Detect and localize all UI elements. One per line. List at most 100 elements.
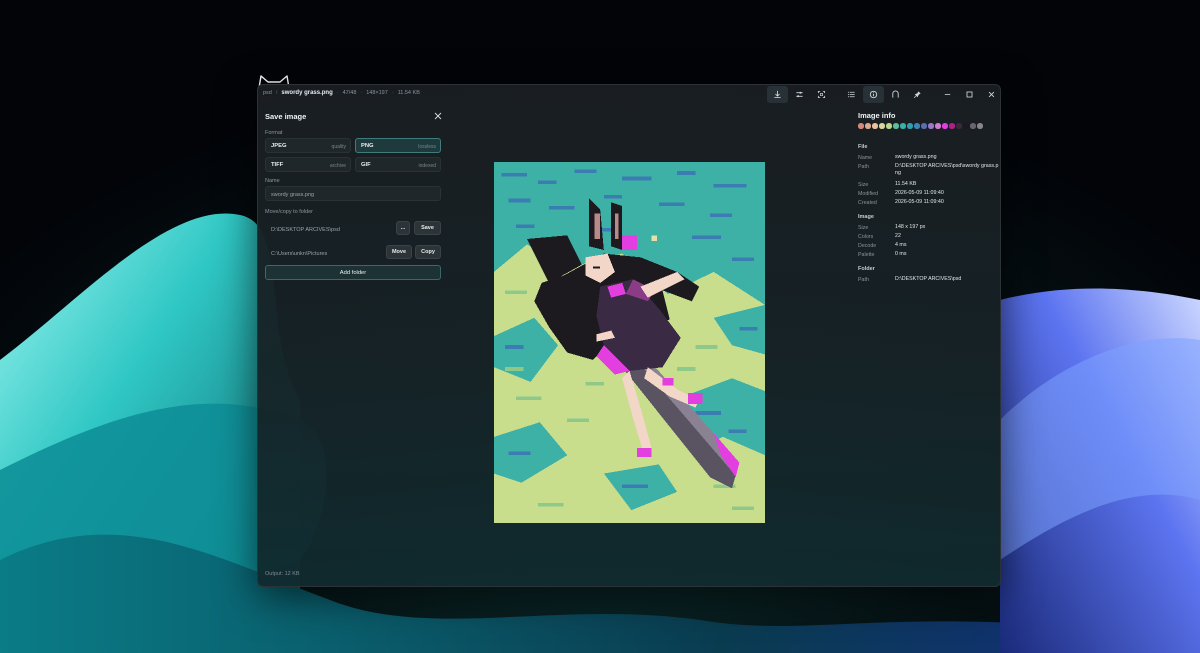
save-button[interactable]: Save: [414, 221, 441, 235]
format-jpeg-button[interactable]: JPEG quality: [265, 138, 351, 153]
info-panel-title: Image info: [858, 111, 896, 120]
info-toolbar-button[interactable]: [863, 85, 884, 103]
maximize-button[interactable]: [959, 86, 980, 103]
format-label: Format: [265, 130, 283, 136]
format-gif-button[interactable]: GIF indexed: [355, 157, 441, 172]
move-button[interactable]: Move: [386, 245, 412, 259]
palette-swatch[interactable]: [879, 123, 885, 129]
palette-swatch[interactable]: [970, 123, 976, 129]
format-desc: lossless: [418, 143, 436, 150]
info-key: Created: [858, 200, 877, 206]
palette-swatch[interactable]: [977, 123, 983, 129]
palette-swatch[interactable]: [865, 123, 871, 129]
colors-value: 22: [895, 233, 901, 239]
palette-swatch[interactable]: [935, 123, 941, 129]
favorite-folder-path[interactable]: C:\Users\unkn\Pictures: [265, 245, 383, 259]
snap-toolbar-button[interactable]: [885, 86, 906, 103]
palette-swatch[interactable]: [858, 123, 864, 129]
breadcrumb-separator: /: [275, 90, 278, 96]
info-key: Palette: [858, 252, 875, 258]
close-icon[interactable]: [434, 112, 442, 120]
info-icon: [869, 90, 878, 98]
image-size-value: 148 x 197 px: [895, 224, 926, 230]
meta-dot: ·: [336, 90, 339, 96]
info-key: Size: [858, 182, 869, 188]
format-name: TIFF: [271, 162, 284, 168]
breadcrumb-file: swordy grass.png: [281, 90, 333, 96]
close-icon: [988, 91, 995, 97]
palette-swatch[interactable]: [914, 123, 920, 129]
palette-swatch[interactable]: [900, 123, 906, 129]
format-tiff-button[interactable]: TIFF archive: [265, 157, 351, 172]
info-key: Path: [858, 277, 869, 283]
info-key: Path: [858, 164, 869, 170]
info-key: Modified: [858, 191, 879, 197]
image-section-heading: Image: [858, 214, 874, 220]
close-window-button[interactable]: [981, 86, 1000, 103]
modified-value: 2026-05-09 11:09:40: [895, 190, 944, 196]
image-viewer-window: psd / swordy grass.png · 47/48 · 148×197…: [257, 84, 1001, 587]
palette-swatch[interactable]: [921, 123, 927, 129]
adjust-toolbar-button[interactable]: [789, 86, 810, 103]
move-copy-label: Move/copy to folder: [265, 209, 313, 215]
pin-icon: [913, 90, 921, 98]
name-label: Name: [265, 178, 280, 184]
breadcrumb-folder[interactable]: psd: [263, 90, 272, 96]
magnet-icon: [892, 90, 899, 98]
palette-swatch[interactable]: [907, 123, 913, 129]
decode-value: 4 ms: [895, 242, 907, 248]
favorite-folder-value: C:\Users\unkn\Pictures: [271, 250, 328, 257]
palette-swatch[interactable]: [886, 123, 892, 129]
file-section-heading: File: [858, 144, 868, 150]
file-size-value: 11.54 KB: [895, 181, 917, 187]
folder-path-value[interactable]: D:\DESKTOP ARCIVES\psd: [895, 276, 999, 283]
meta-dot: ·: [391, 90, 394, 96]
format-desc: archive: [329, 162, 346, 169]
image-dimensions: 148×197: [366, 90, 388, 96]
palette-swatch[interactable]: [942, 123, 948, 129]
add-folder-button[interactable]: Add folder: [265, 265, 441, 280]
info-key: Name: [858, 155, 873, 161]
list-toolbar-button[interactable]: [841, 86, 862, 103]
info-key: Decode: [858, 243, 877, 249]
target-folder-value: D:\DESKTOP ARCIVES\psd: [271, 226, 340, 233]
browse-folder-button[interactable]: ...: [396, 221, 410, 235]
minimize-icon: [944, 93, 951, 95]
info-key: Size: [858, 225, 869, 231]
file-path-value: D:\DESKTOP ARCIVES\psd\swordy grass.png: [895, 163, 999, 177]
palette-swatch[interactable]: [956, 123, 962, 129]
format-desc: indexed: [418, 162, 436, 169]
pin-toolbar-button[interactable]: [907, 86, 928, 103]
fullscreen-icon: [817, 90, 826, 98]
file-name-value: swordy grass.png: [895, 154, 937, 160]
list-icon: [847, 91, 855, 97]
sliders-icon: [796, 91, 803, 97]
file-name-input[interactable]: swordy grass.png: [265, 186, 441, 201]
fit-toolbar-button[interactable]: [811, 86, 832, 103]
output-size-label: Output: 12 KB: [265, 571, 300, 577]
format-name: PNG: [361, 143, 374, 149]
palette-swatch[interactable]: [872, 123, 878, 129]
image-preview: [494, 162, 765, 523]
download-icon: [774, 90, 781, 98]
meta-dot: ·: [360, 90, 363, 96]
maximize-icon: [966, 91, 973, 97]
folder-section-heading: Folder: [858, 266, 875, 272]
format-name: GIF: [361, 162, 371, 168]
info-key: Colors: [858, 234, 874, 240]
palette-swatch[interactable]: [949, 123, 955, 129]
target-folder-path[interactable]: D:\DESKTOP ARCIVES\psd: [265, 221, 393, 235]
palette-swatch[interactable]: [928, 123, 934, 129]
palette-swatch[interactable]: [963, 123, 969, 129]
save-toolbar-button[interactable]: [767, 85, 788, 103]
save-panel-title: Save image: [265, 112, 307, 121]
format-name: JPEG: [271, 143, 287, 149]
toolbar: [766, 85, 1000, 103]
color-palette: [858, 123, 983, 129]
format-png-button[interactable]: PNG lossless: [355, 138, 441, 153]
minimize-button[interactable]: [937, 86, 958, 103]
copy-button[interactable]: Copy: [415, 245, 441, 259]
file-index: 47/48: [342, 90, 357, 96]
palette-swatch[interactable]: [893, 123, 899, 129]
title-bar: psd / swordy grass.png · 47/48 · 148×197…: [258, 85, 1000, 103]
